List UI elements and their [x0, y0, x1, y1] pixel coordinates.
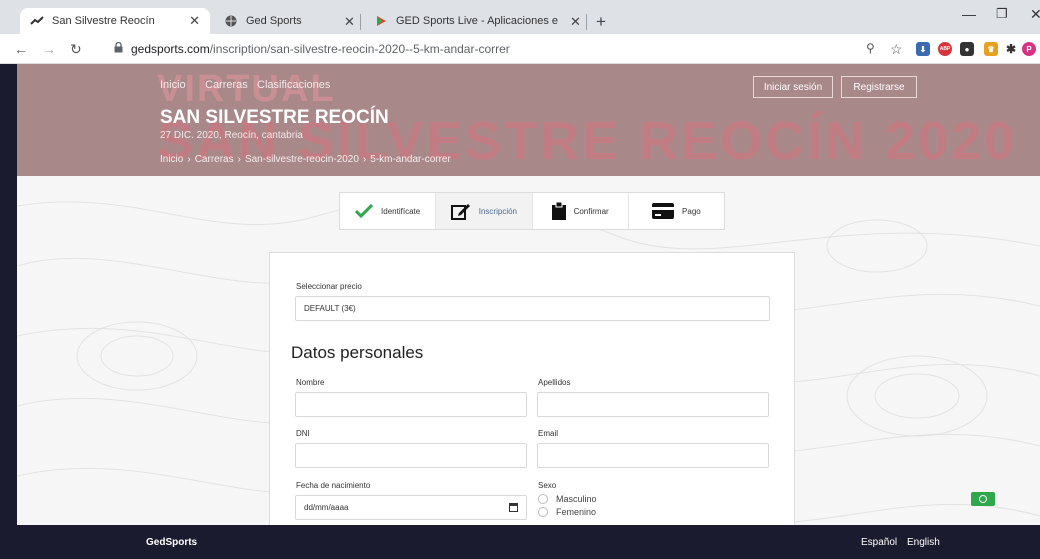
close-window-icon[interactable]: ✕: [1030, 6, 1040, 23]
breadcrumb-separator: ›: [237, 154, 241, 165]
globe-favicon-icon: [224, 14, 238, 28]
tab-ged-sports[interactable]: Ged Sports: [214, 8, 342, 34]
tab-title: GED Sports Live - Aplicaciones e: [396, 15, 559, 27]
calendar-icon[interactable]: [509, 503, 518, 512]
apellidos-label: Apellidos: [538, 378, 571, 387]
dni-label: DNI: [296, 429, 310, 438]
breadcrumb-item[interactable]: Carreras: [195, 154, 234, 165]
close-icon[interactable]: ✕: [344, 14, 355, 30]
price-label: Seleccionar precio: [296, 282, 362, 291]
nombre-input[interactable]: [295, 392, 527, 417]
radio-femenino[interactable]: Femenino: [538, 507, 596, 517]
credit-card-icon: [652, 203, 675, 219]
login-button[interactable]: Iniciar sesión: [753, 76, 833, 98]
site-footer: GedSports Español English: [0, 525, 1040, 559]
breadcrumb-separator: ›: [187, 154, 191, 165]
tab-title: San Silvestre Reocín: [52, 15, 155, 27]
event-title: SAN SILVESTRE REOCÍN: [160, 107, 389, 128]
step-label: Inscripción: [478, 206, 517, 216]
url-bar[interactable]: gedsports.com/inscription/san-silvestre-…: [106, 38, 862, 60]
nombre-label: Nombre: [296, 378, 325, 387]
step-inscripcion[interactable]: Inscripción: [436, 193, 533, 229]
restore-icon[interactable]: ❐: [996, 6, 1008, 22]
step-label: Confirmar: [573, 206, 609, 216]
breadcrumb-separator: ›: [362, 154, 367, 165]
url-path: /inscription/san-silvestre-reocin-2020--…: [209, 42, 510, 56]
tab-title: Ged Sports: [246, 15, 302, 27]
breadcrumb-item[interactable]: San-silvestre-reocin-2020: [245, 154, 359, 165]
nav-link-clasificaciones[interactable]: Clasificaciones: [257, 79, 330, 91]
step-confirmar[interactable]: Confirmar: [533, 193, 629, 229]
language-espanol[interactable]: Español: [861, 537, 897, 548]
edit-icon: [450, 202, 471, 220]
event-hero-banner: VIRTUAL SAN SILVESTRE REOCÍN 2020 Inicio…: [17, 64, 1040, 176]
tab-separator: [360, 14, 361, 30]
page-viewport[interactable]: VIRTUAL SAN SILVESTRE REOCÍN 2020 Inicio…: [0, 64, 1040, 525]
birthdate-label: Fecha de nacimiento: [296, 481, 371, 490]
register-button[interactable]: Registrarse: [841, 76, 917, 98]
step-pago[interactable]: Pago: [629, 193, 724, 229]
browser-tab-strip: San Silvestre Reocín ✕ Ged Sports ✕ GED …: [0, 0, 1040, 34]
minimize-icon[interactable]: —: [962, 6, 976, 22]
extension-download-icon[interactable]: ⬇: [916, 42, 930, 56]
tab-san-silvestre[interactable]: San Silvestre Reocín ✕: [20, 8, 210, 34]
back-arrow-icon[interactable]: ←: [14, 41, 28, 57]
tab-ged-sports-live[interactable]: GED Sports Live - Aplicaciones e: [364, 8, 570, 34]
extension-cookie-icon[interactable]: ●: [960, 42, 974, 56]
new-tab-icon[interactable]: +: [596, 12, 606, 32]
step-label: Identifícate: [381, 206, 421, 216]
forward-arrow-icon[interactable]: →: [42, 41, 56, 57]
extension-crown-icon[interactable]: ♛: [984, 42, 998, 56]
page-left-frame: [0, 64, 17, 525]
bookmark-star-icon[interactable]: ☆: [890, 41, 903, 58]
page-content: VIRTUAL SAN SILVESTRE REOCÍN 2020 Inicio…: [17, 64, 1040, 525]
radio-button[interactable]: [538, 507, 548, 517]
adblock-plus-icon[interactable]: ABP: [938, 42, 952, 56]
registration-steps: Identifícate Inscripción Confirmar Pago: [339, 192, 725, 230]
birthdate-input[interactable]: dd/mm/aaaa: [295, 495, 527, 520]
registration-form: Seleccionar precio DEFAULT (3€) Datos pe…: [269, 252, 795, 525]
clipboard-icon: [551, 202, 566, 220]
close-icon[interactable]: ✕: [570, 14, 581, 30]
dni-input[interactable]: [295, 443, 527, 468]
extensions-puzzle-icon[interactable]: ✱: [1004, 42, 1018, 56]
radio-masculino[interactable]: Masculino: [538, 494, 597, 504]
section-title: Datos personales: [291, 343, 424, 362]
radio-button[interactable]: [538, 494, 548, 504]
zoom-icon[interactable]: ⚲: [866, 41, 875, 55]
step-label: Pago: [682, 206, 701, 216]
email-label: Email: [538, 429, 559, 438]
tab-separator: [586, 14, 587, 30]
reload-icon[interactable]: ↻: [70, 41, 82, 58]
radio-label: Masculino: [556, 494, 597, 504]
profile-avatar[interactable]: P: [1022, 42, 1036, 56]
breadcrumb-item-current: 5-km-andar-correr: [370, 154, 451, 165]
sexo-label: Sexo: [538, 481, 557, 490]
breadcrumb-item[interactable]: Inicio: [160, 154, 183, 165]
footer-brand: GedSports: [146, 537, 198, 548]
event-date: 27 DIC. 2020, Reocín, cantabria: [160, 130, 303, 141]
apellidos-input[interactable]: [537, 392, 769, 417]
birthdate-placeholder: dd/mm/aaaa: [304, 503, 349, 512]
step-identificate[interactable]: Identifícate: [340, 193, 437, 229]
money-icon[interactable]: [971, 492, 995, 506]
price-select[interactable]: DEFAULT (3€): [295, 296, 770, 321]
breadcrumb: Inicio › Carreras › San-silvestre-reocin-202…: [160, 154, 451, 165]
nav-link-carreras[interactable]: Carreras: [205, 79, 248, 91]
lock-icon: [114, 41, 123, 56]
language-english[interactable]: English: [907, 537, 940, 548]
play-store-favicon-icon: [374, 14, 388, 28]
nav-link-inicio[interactable]: Inicio: [160, 79, 186, 91]
address-toolbar: ← → ↻ gedsports.com/inscription/san-silv…: [0, 34, 1040, 64]
email-input[interactable]: [537, 443, 769, 468]
url-domain: gedsports.com: [131, 42, 210, 56]
check-icon: [355, 204, 374, 218]
close-icon[interactable]: ✕: [189, 13, 200, 29]
radio-label: Femenino: [556, 507, 597, 517]
runner-favicon-icon: [30, 14, 44, 28]
